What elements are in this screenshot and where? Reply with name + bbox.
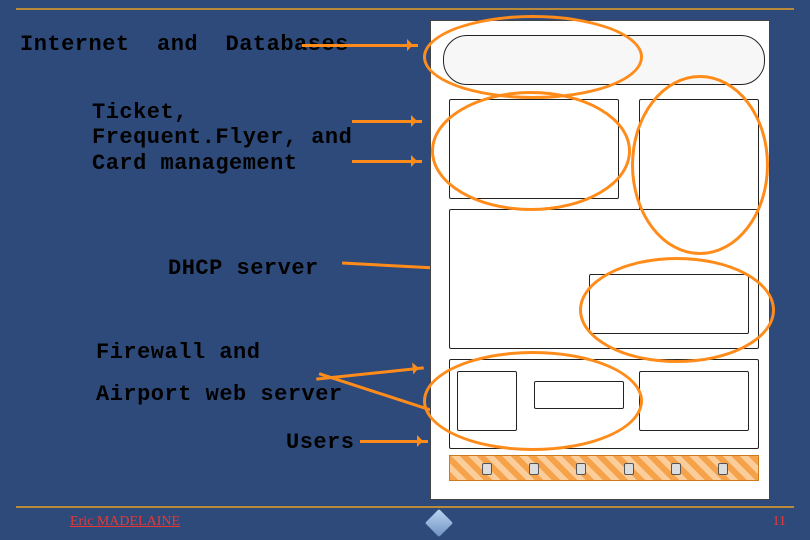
user-node-icon	[671, 463, 681, 475]
user-node-icon	[718, 463, 728, 475]
arrow-ticket-2	[352, 160, 422, 163]
diagram-user-nodes	[463, 461, 747, 477]
slide-labels: Internet and Databases Ticket, Frequent.…	[0, 0, 420, 540]
highlight-internet-databases	[423, 15, 643, 99]
arrow-ticket-1	[352, 120, 422, 123]
user-node-icon	[482, 463, 492, 475]
label-airport-web-server: Airport web server	[96, 382, 343, 407]
highlight-dhcp-server	[579, 257, 775, 363]
institution-logo-icon	[423, 507, 454, 538]
label-dhcp-server: DHCP server	[168, 256, 319, 281]
arrow-internet-databases	[302, 44, 418, 47]
footer-author: Eric MADELAINE	[70, 514, 180, 530]
highlight-ticket-frequentflyer-card	[431, 91, 631, 211]
label-ticket-frequentflyer-card: Ticket, Frequent.Flyer, and Card managem…	[92, 100, 352, 176]
highlight-databases	[631, 75, 769, 255]
architecture-diagram-thumbnail	[430, 20, 770, 500]
footer-page-number: 11	[773, 514, 786, 530]
label-internet-databases: Internet and Databases	[20, 32, 349, 57]
user-node-icon	[624, 463, 634, 475]
label-users: Users	[286, 430, 355, 455]
highlight-firewall-airport-web	[423, 351, 643, 451]
arrow-users	[360, 440, 428, 443]
label-firewall: Firewall and	[96, 340, 260, 365]
user-node-icon	[576, 463, 586, 475]
diagram-aux-component	[639, 371, 749, 431]
user-node-icon	[529, 463, 539, 475]
